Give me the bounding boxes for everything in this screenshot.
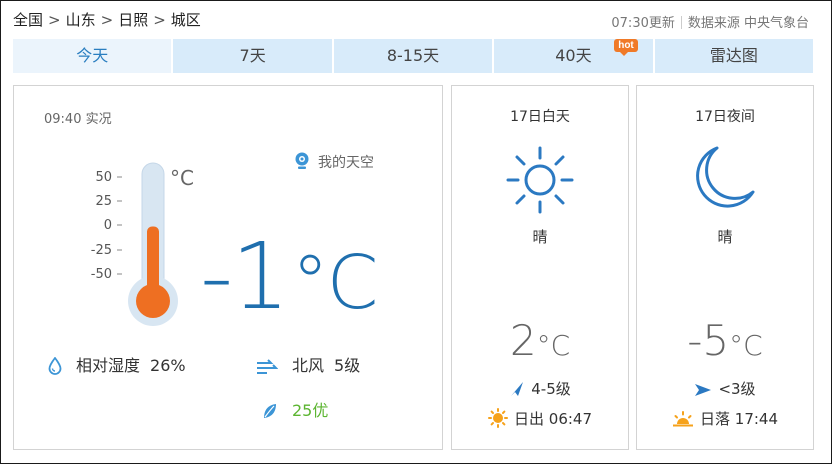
breadcrumb-separator: > [100, 11, 114, 29]
breadcrumb-separator: > [153, 11, 166, 29]
forecast-wind: 4-5级 [452, 378, 628, 399]
sun-time: 06:47 [548, 410, 593, 428]
scale-label: 50 [95, 170, 112, 185]
wind-level: 4-5级 [531, 380, 571, 398]
temperature-unit: °C [536, 329, 571, 362]
tab-40-days[interactable]: 40天 hot [492, 39, 652, 73]
humidity-value: 26% [150, 356, 186, 375]
sunrise-icon [487, 408, 508, 428]
period-title: 17日夜间 [695, 109, 755, 125]
current-conditions-card: 09:40 实况 我的天空 50 25 0 -25 -50 °C -1°C 相对… [13, 85, 443, 450]
tab-label: 8-15天 [386, 46, 440, 65]
water-drop-icon [48, 356, 62, 375]
temperature-unit: °C [291, 240, 379, 326]
forecast-tabs: 今天 7天 8-15天 40天 hot 雷达图 [13, 39, 813, 73]
weather-widget: 全国 > 山东 > 日照 > 城区 07:30更新 数据来源 中央气象台 今天 7天 8-15… [0, 0, 832, 464]
night-forecast-card: 17日夜间 晴 -5°C <3级 日落 17:44 [636, 85, 814, 450]
tab-radar[interactable]: 雷达图 [652, 39, 813, 73]
location-camera-icon [295, 152, 309, 169]
breadcrumb-district: 城区 [170, 11, 201, 29]
period-title: 17日白天 [510, 109, 570, 125]
sunset-icon [672, 411, 693, 427]
scale-label: -25 [91, 243, 112, 258]
update-time: 07:30更新 [611, 16, 675, 31]
forecast-wind: <3级 [637, 378, 813, 399]
moon-icon [696, 146, 755, 208]
leaf-icon [264, 404, 276, 418]
tab-7-days[interactable]: 7天 [171, 39, 331, 73]
temperature-value: -1 [200, 223, 290, 330]
wind: 北风 5级 [256, 352, 360, 376]
temperature-value: -5 [687, 316, 730, 365]
wind-icon [257, 359, 279, 374]
tab-label: 今天 [76, 46, 109, 65]
sun-label: 日出 [513, 410, 544, 428]
weather-condition: 晴 [717, 228, 733, 246]
breadcrumb: 全国 > 山东 > 日照 > 城区 [13, 9, 201, 30]
sunset: 日落 17:44 [637, 408, 813, 429]
scale-label: 0 [104, 218, 112, 233]
sun-icon [506, 146, 574, 214]
my-sky-link[interactable]: 我的天空 [294, 152, 374, 172]
scale-label: 25 [95, 194, 112, 209]
sun-time: 17:44 [734, 410, 779, 428]
weather-condition: 晴 [532, 228, 548, 246]
temperature-unit: °C [729, 329, 763, 362]
wind-direction-arrow-icon [511, 382, 524, 396]
sun-label: 日落 [699, 410, 730, 428]
air-quality[interactable]: 25优 [262, 397, 328, 421]
wind-direction-arrow-icon [695, 384, 712, 396]
tab-8-15-days[interactable]: 8-15天 [331, 39, 492, 73]
hot-badge: hot [614, 39, 638, 56]
temperature-value: 2 [509, 316, 537, 365]
breadcrumb-separator: > [48, 11, 61, 29]
scale-label: -50 [91, 267, 112, 282]
forecast-temperature: 2°C [452, 320, 628, 362]
tab-label: 7天 [239, 46, 266, 65]
wind-direction: 北风 [292, 356, 325, 375]
current-temperature: -1°C [200, 231, 379, 326]
update-info: 07:30更新 数据来源 中央气象台 [611, 12, 809, 31]
humidity-label: 相对湿度 [76, 356, 141, 375]
breadcrumb-city[interactable]: 日照 [118, 11, 148, 29]
observe-time: 09:40 实况 [44, 112, 112, 127]
divider [680, 16, 682, 29]
tab-label: 雷达图 [709, 46, 758, 65]
wind-level: 5级 [334, 356, 361, 375]
aqi-value: 25优 [292, 401, 329, 420]
wind-level: <3级 [718, 380, 756, 398]
data-source: 数据来源 中央气象台 [687, 16, 809, 31]
thermometer-unit: °C [170, 166, 194, 190]
tab-label: 40天 [555, 46, 592, 65]
my-sky-label: 我的天空 [318, 155, 374, 171]
daytime-forecast-card: 17日白天 晴 2°C 4-5级 日出 06:47 [451, 85, 629, 450]
breadcrumb-province[interactable]: 山东 [66, 11, 96, 29]
tab-today[interactable]: 今天 [13, 39, 172, 73]
forecast-temperature: -5°C [637, 320, 813, 362]
breadcrumb-country[interactable]: 全国 [13, 11, 43, 29]
humidity: 相对湿度 26% [48, 352, 186, 376]
sunrise: 日出 06:47 [452, 408, 628, 429]
